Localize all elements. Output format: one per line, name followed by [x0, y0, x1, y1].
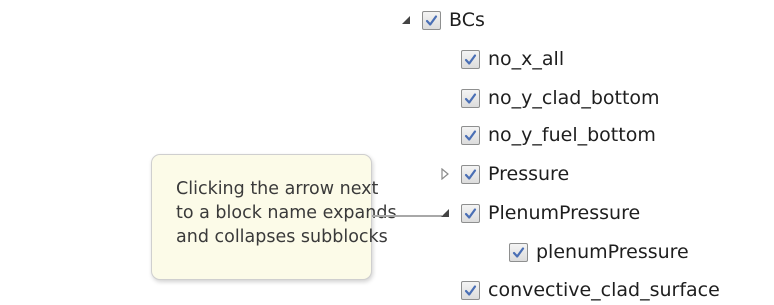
tree-item-label: BCs — [449, 9, 485, 31]
tree-item-no-y-fuel-bottom[interactable]: no_y_fuel_bottom — [461, 120, 656, 150]
callout-line-1: Clicking the arrow next — [176, 179, 379, 199]
expanded-arrow-icon[interactable] — [398, 12, 414, 28]
tree-item-plenumpressure[interactable]: PlenumPressure — [437, 198, 640, 228]
tooltip-callout: Clicking the arrow next to a block name … — [151, 154, 397, 280]
checkbox-checked-icon[interactable] — [461, 280, 480, 300]
tree-item-label: PlenumPressure — [488, 202, 641, 224]
tree-item-bcs[interactable]: BCs — [398, 5, 485, 35]
checkbox-checked-icon[interactable] — [461, 203, 480, 223]
checkbox-checked-icon[interactable] — [461, 49, 480, 69]
tree-item-label: convective_clad_surface — [488, 279, 720, 301]
checkbox-checked-icon[interactable] — [461, 88, 480, 108]
tree-item-label: plenumPressure — [536, 241, 689, 263]
checkbox-checked-icon[interactable] — [509, 242, 528, 262]
checkbox-checked-icon[interactable] — [461, 125, 480, 145]
callout-line-2: to a block name expands — [176, 203, 397, 223]
callout-connector-line — [372, 215, 442, 217]
tree-item-label: no_y_fuel_bottom — [488, 124, 656, 146]
tree-item-label: Pressure — [488, 163, 570, 185]
tree-item-label: no_y_clad_bottom — [488, 87, 660, 109]
checkbox-checked-icon[interactable] — [461, 164, 480, 184]
checkbox-checked-icon[interactable] — [422, 10, 441, 30]
tree-item-plenumpressure-child[interactable]: plenumPressure — [509, 237, 689, 267]
tree-item-convective-clad-surface[interactable]: convective_clad_surface — [461, 275, 720, 305]
tree-item-label: no_x_all — [488, 48, 565, 70]
tree-item-no-x-all[interactable]: no_x_all — [461, 44, 564, 74]
collapsed-arrow-icon[interactable] — [437, 166, 453, 182]
callout-line-3: and collapses subblocks — [176, 227, 388, 247]
tree-item-no-y-clad-bottom[interactable]: no_y_clad_bottom — [461, 83, 660, 113]
tree-item-pressure[interactable]: Pressure — [437, 159, 569, 189]
expanded-arrow-icon[interactable] — [437, 205, 453, 221]
